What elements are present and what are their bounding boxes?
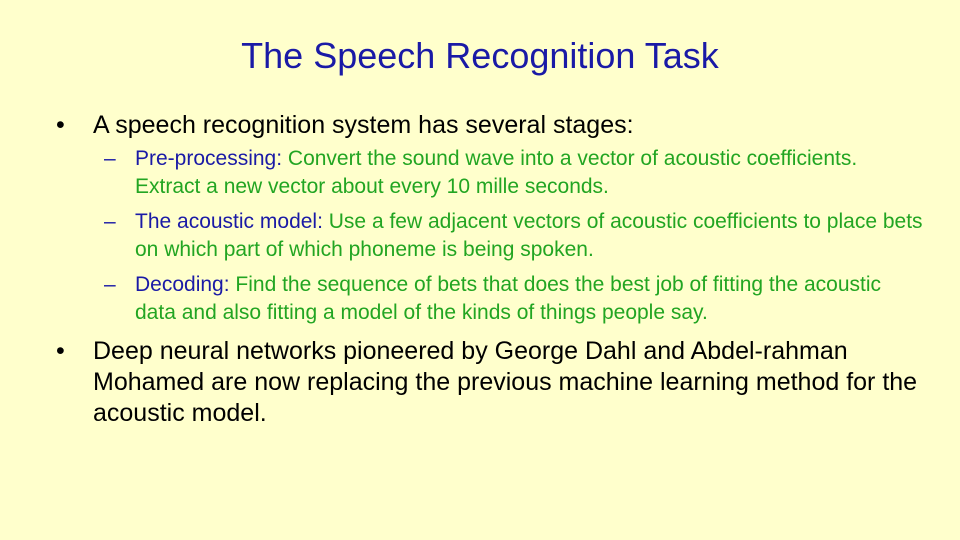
sub-item-preprocessing: – Pre-processing: Convert the sound wave… [104, 145, 924, 201]
bullet-text: Deep neural networks pioneered by George… [93, 337, 918, 427]
sub-item-text: Pre-processing: Convert the sound wave i… [135, 145, 925, 201]
sub-item-dash: – [104, 273, 116, 296]
sub-item-text: The acoustic model: Use a few adjacent v… [135, 208, 925, 264]
sub-item-dash: – [104, 147, 116, 170]
sub-item-description: Find the sequence of bets that does the … [135, 273, 881, 324]
sub-item-decoding: – Decoding: Find the sequence of bets th… [104, 271, 924, 327]
bullet-item-stages: • A speech recognition system has severa… [56, 110, 926, 141]
slide: The Speech Recognition Task • A speech r… [0, 0, 960, 540]
bullet-marker: • [56, 337, 65, 365]
sub-item-text: Decoding: Find the sequence of bets that… [135, 271, 925, 327]
sub-item-separator: : [276, 147, 288, 170]
sub-item-term: Pre-processing [135, 147, 277, 170]
sub-item-term: The acoustic model [135, 210, 318, 233]
sub-item-separator: : [223, 273, 236, 296]
bullet-marker: • [56, 111, 65, 139]
slide-title: The Speech Recognition Task [241, 35, 719, 76]
sub-item-acoustic-model: – The acoustic model: Use a few adjacent… [104, 208, 924, 264]
bullet-text: A speech recognition system has several … [93, 111, 634, 139]
sub-item-dash: – [104, 210, 116, 233]
sub-item-separator: : [317, 210, 329, 233]
bullet-item-deep-neural-networks: • Deep neural networks pioneered by Geor… [56, 336, 926, 429]
sub-item-term: Decoding [135, 273, 224, 296]
